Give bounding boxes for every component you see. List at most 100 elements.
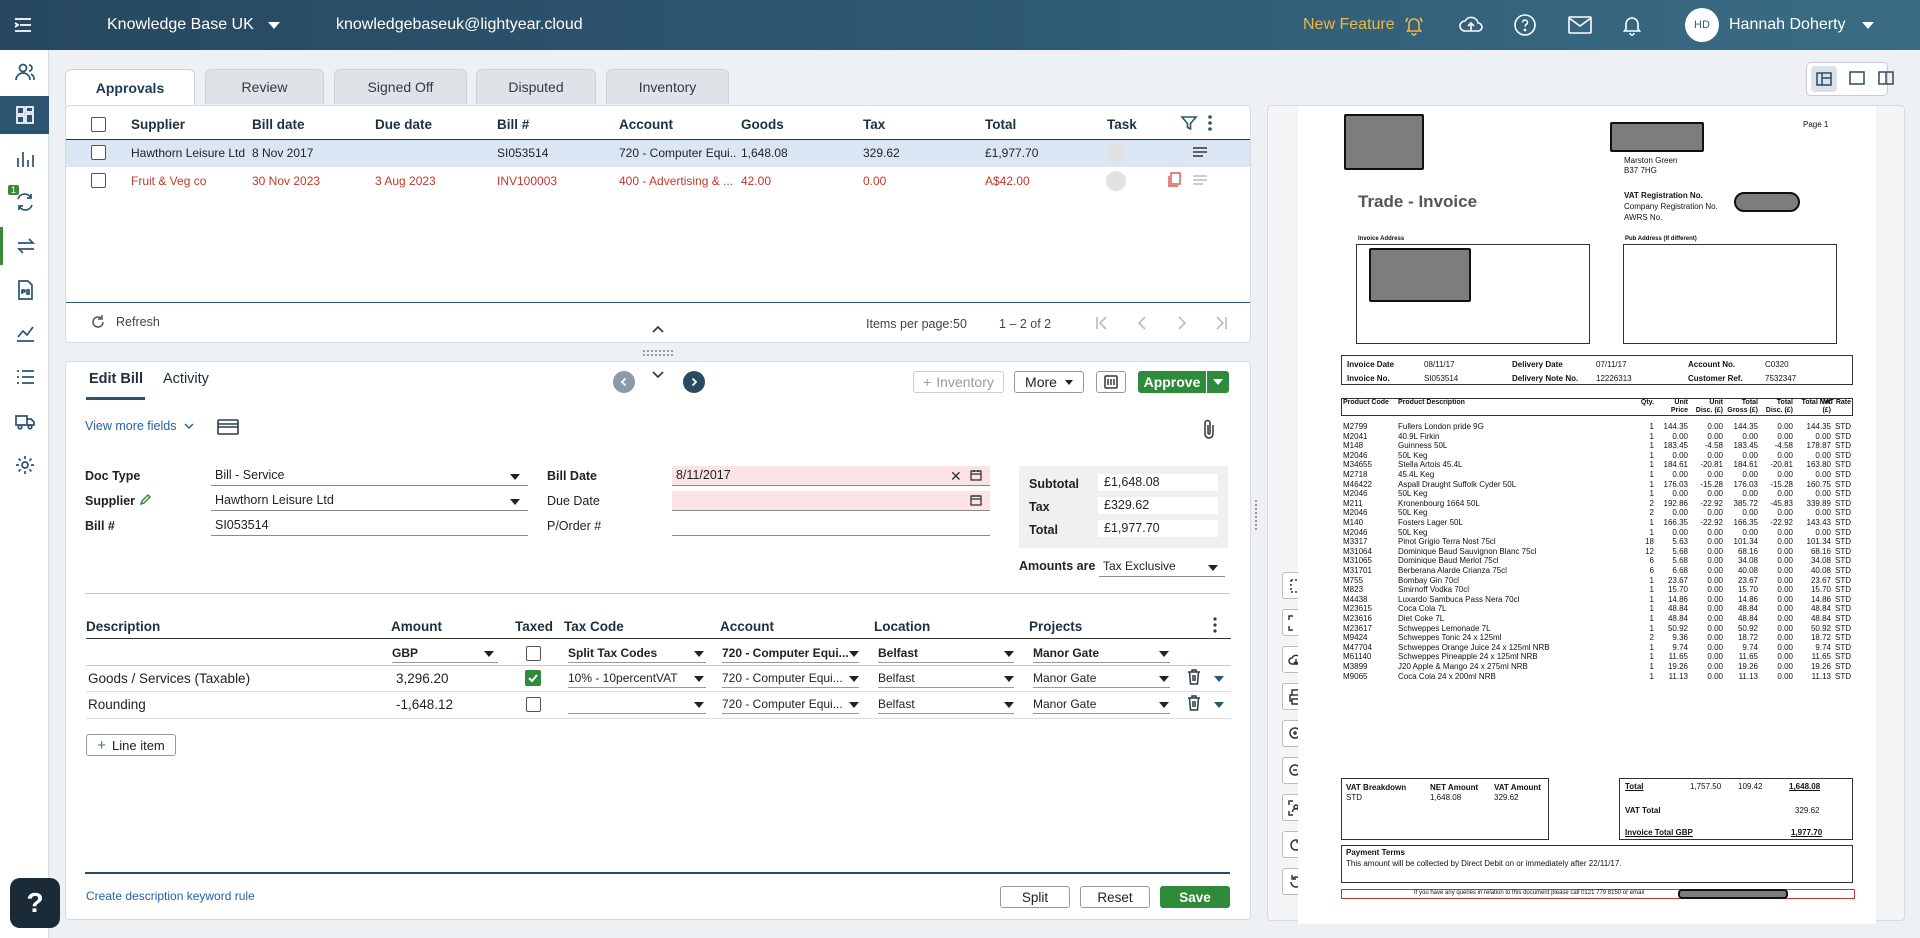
filter-icon[interactable] xyxy=(1180,114,1198,135)
items-per-page-select[interactable]: 50 xyxy=(953,317,967,331)
tab-approvals[interactable]: Approvals xyxy=(65,69,195,105)
line-description[interactable]: Rounding xyxy=(88,697,146,712)
cloud-upload-icon[interactable] xyxy=(1458,0,1484,50)
delete-button[interactable] xyxy=(1096,371,1126,393)
mail-icon[interactable] xyxy=(1567,0,1593,50)
vertical-splitter[interactable] xyxy=(1255,500,1258,530)
po-icon[interactable] xyxy=(0,271,49,309)
add-line-item-button[interactable]: + Line item xyxy=(86,734,176,756)
tab-disputed[interactable]: Disputed xyxy=(476,69,596,104)
bill-date-input[interactable]: 8/11/2017 xyxy=(672,466,990,486)
approve-options-button[interactable] xyxy=(1207,371,1229,393)
user-menu[interactable]: HD Hannah Doherty xyxy=(1685,0,1874,50)
dashboard-icon[interactable] xyxy=(0,96,49,134)
line-tax-code-select[interactable]: 10% - 10percentVAT xyxy=(568,671,706,688)
keyword-rule-link[interactable]: Create description keyword rule xyxy=(86,889,255,903)
assignee-avatar-icon[interactable] xyxy=(1106,143,1126,163)
col-supplier[interactable]: Supplier xyxy=(131,117,185,132)
col-task[interactable]: Task xyxy=(1107,117,1137,132)
tab-review[interactable]: Review xyxy=(205,69,324,104)
row-checkbox[interactable] xyxy=(91,145,106,160)
trash-icon[interactable] xyxy=(1187,695,1201,714)
next-page-icon[interactable] xyxy=(1174,315,1190,334)
org-switcher[interactable]: Knowledge Base UK xyxy=(107,0,280,50)
notes-icon[interactable] xyxy=(1192,146,1208,163)
col-tax[interactable]: Tax xyxy=(863,117,885,132)
row-checkbox[interactable] xyxy=(91,173,106,188)
col-bill-no[interactable]: Bill # xyxy=(497,117,529,132)
amounts-are-select[interactable]: Tax Exclusive xyxy=(1099,557,1225,577)
line-location-select[interactable]: Belfast xyxy=(878,671,1014,688)
select-all-checkbox[interactable] xyxy=(91,117,106,132)
view-more-fields-link[interactable]: View more fields xyxy=(85,419,195,433)
layout-single-icon[interactable] xyxy=(1849,70,1865,89)
inventory-button[interactable]: + Inventory xyxy=(913,371,1004,393)
line-project-select[interactable]: Manor Gate xyxy=(1033,697,1170,714)
tab-activity[interactable]: Activity xyxy=(163,371,209,387)
split-button[interactable]: Split xyxy=(1000,886,1070,908)
taxed-all-checkbox[interactable] xyxy=(526,646,541,661)
first-page-icon[interactable] xyxy=(1094,315,1110,334)
default-tax-code-select[interactable]: Split Tax Codes xyxy=(568,646,706,663)
payment-card-icon[interactable] xyxy=(217,419,239,438)
bill-no-input[interactable]: SI053514 xyxy=(211,516,528,536)
prev-page-icon[interactable] xyxy=(1134,315,1150,334)
currency-select[interactable]: GBP xyxy=(392,646,498,663)
tab-edit-bill[interactable]: Edit Bill xyxy=(89,371,143,387)
default-location-select[interactable]: Belfast xyxy=(878,646,1014,663)
col-account[interactable]: Account xyxy=(619,117,673,132)
collapse-up-icon[interactable] xyxy=(651,322,665,337)
line-account-select[interactable]: 720 - Computer Equi... xyxy=(722,671,859,688)
col-due-date[interactable]: Due date xyxy=(375,117,432,132)
default-project-select[interactable]: Manor Gate xyxy=(1033,646,1170,663)
clear-icon[interactable]: ✕ xyxy=(950,468,962,485)
expand-row-icon[interactable] xyxy=(1214,676,1224,682)
due-date-input[interactable] xyxy=(672,491,990,511)
truck-icon[interactable] xyxy=(0,402,49,440)
doc-type-select[interactable]: Bill - Service xyxy=(211,466,528,486)
list-icon[interactable] xyxy=(0,358,49,396)
kebab-menu-icon[interactable] xyxy=(1212,616,1218,637)
col-bill-date[interactable]: Bill date xyxy=(252,117,305,132)
prev-bill-button[interactable] xyxy=(613,371,635,393)
attachment-icon[interactable] xyxy=(1202,418,1216,443)
line-description[interactable]: Goods / Services (Taxable) xyxy=(88,671,250,686)
refresh-button[interactable]: Refresh xyxy=(90,314,160,330)
supplier-select[interactable]: Hawthorn Leisure Ltd xyxy=(211,491,528,511)
line-project-select[interactable]: Manor Gate xyxy=(1033,671,1170,688)
line-amount[interactable]: -1,648.12 xyxy=(396,697,453,712)
contacts-icon[interactable] xyxy=(0,53,49,91)
tab-signed-off[interactable]: Signed Off xyxy=(334,69,467,104)
edit-pencil-icon[interactable] xyxy=(139,493,152,509)
col-total[interactable]: Total xyxy=(985,117,1016,132)
calendar-icon[interactable] xyxy=(970,469,982,484)
tab-inventory[interactable]: Inventory xyxy=(606,69,729,104)
layout-split-icon[interactable] xyxy=(1811,66,1837,92)
line-location-select[interactable]: Belfast xyxy=(878,697,1014,714)
line-tax-code-select[interactable] xyxy=(568,697,706,714)
settings-icon[interactable] xyxy=(0,446,49,484)
notifications-bell-icon[interactable] xyxy=(1621,0,1643,50)
new-feature-link[interactable]: New Feature xyxy=(1303,0,1425,50)
help-circle-icon[interactable] xyxy=(1513,0,1537,50)
porder-input[interactable] xyxy=(672,516,990,536)
default-account-select[interactable]: 720 - Computer Equi... xyxy=(722,646,859,663)
approve-button[interactable]: Approve xyxy=(1138,371,1206,393)
line-chart-icon[interactable] xyxy=(0,314,49,352)
line-amount[interactable]: 3,296.20 xyxy=(396,671,449,686)
assignee-avatar-icon[interactable] xyxy=(1106,171,1126,191)
bar-chart-icon[interactable] xyxy=(0,140,49,178)
layout-columns-icon[interactable] xyxy=(1878,70,1894,89)
help-button[interactable]: ? xyxy=(10,878,60,928)
notes-icon[interactable] xyxy=(1192,174,1208,191)
save-button[interactable]: Save xyxy=(1160,886,1230,908)
line-account-select[interactable]: 720 - Computer Equi... xyxy=(722,697,859,714)
transfer-icon[interactable] xyxy=(0,227,49,265)
last-page-icon[interactable] xyxy=(1213,315,1229,334)
duplicate-icon[interactable] xyxy=(1166,172,1182,191)
reset-button[interactable]: Reset xyxy=(1080,886,1150,908)
next-bill-button[interactable] xyxy=(683,371,705,393)
menu-toggle-icon[interactable] xyxy=(12,0,34,50)
calendar-icon[interactable] xyxy=(970,494,982,509)
taxed-checkbox[interactable] xyxy=(525,670,541,686)
